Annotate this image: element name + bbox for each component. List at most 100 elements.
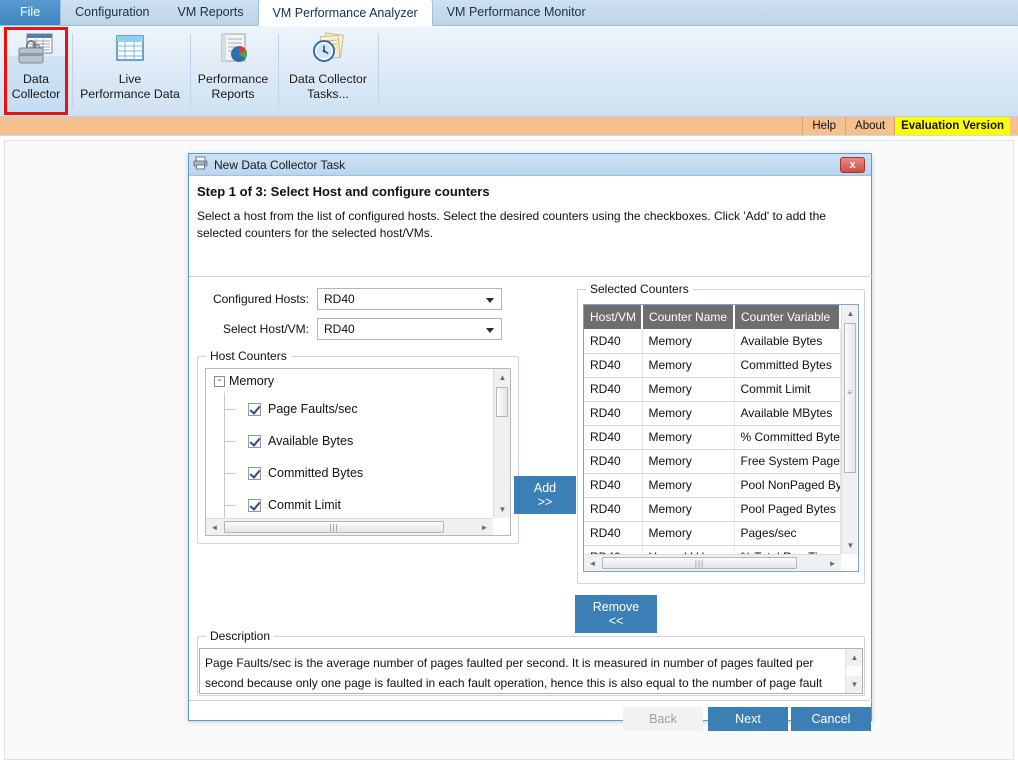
host-counters-tree-canvas: - Memory Page Faults/sec Available Bytes (206, 369, 493, 518)
description-legend: Description (206, 629, 275, 643)
table-row[interactable]: RD40 Memory Pool Paged Bytes (584, 497, 841, 522)
grid-horizontal-scrollbar[interactable]: ◄ ||| ► (584, 554, 841, 571)
cell-counter-variable: Available MBytes (734, 401, 841, 426)
tab-vm-performance-analyzer[interactable]: VM Performance Analyzer (257, 0, 433, 26)
about-link[interactable]: About (845, 117, 894, 135)
checkbox-committed-bytes[interactable] (248, 466, 261, 480)
tree-vscroll-thumb[interactable] (496, 387, 508, 417)
checkbox-commit-limit[interactable] (248, 498, 261, 512)
cell-host: RD40 (584, 473, 643, 498)
scroll-down-icon[interactable]: ▼ (842, 537, 858, 554)
data-collector-label: Data Collector (11, 72, 61, 101)
column-header-counter-name[interactable]: Counter Name (642, 305, 735, 329)
next-button[interactable]: Next (708, 707, 788, 731)
printer-icon (193, 156, 208, 173)
scroll-right-icon[interactable]: ► (476, 519, 493, 535)
grid-hscroll-thumb[interactable]: ||| (602, 557, 797, 569)
tree-horizontal-scrollbar[interactable]: ◄ ||| ► (206, 518, 493, 535)
tree-item-commit-limit[interactable]: Commit Limit (206, 489, 493, 518)
cell-host: RD40 (584, 545, 643, 554)
evaluation-version-badge: Evaluation Version (894, 117, 1010, 135)
cell-counter-variable: Pool NonPaged Byt (734, 473, 841, 498)
collapse-icon[interactable]: - (214, 375, 225, 387)
cell-host: RD40 (584, 497, 643, 522)
scroll-down-icon[interactable]: ▼ (846, 676, 862, 693)
scroll-down-icon[interactable]: ▼ (494, 501, 510, 518)
data-collector-icon (16, 32, 56, 70)
ribbon-button-live-performance-data[interactable]: Live Performance Data (76, 26, 184, 117)
configured-hosts-combo[interactable]: RD40 (317, 288, 502, 310)
description-text: Page Faults/sec is the average number of… (205, 656, 823, 690)
grid-vertical-scrollbar[interactable]: ▲ ≡ ▼ (841, 305, 858, 554)
grid-vscroll-thumb[interactable]: ≡ (844, 323, 856, 473)
back-button[interactable]: Back (623, 707, 703, 731)
cell-counter-name: Memory (642, 329, 735, 354)
remove-button[interactable]: Remove << (575, 595, 657, 633)
tree-item-page-faults-sec[interactable]: Page Faults/sec (206, 393, 493, 425)
chevron-down-icon (486, 298, 494, 303)
table-row[interactable]: RD40 Memory Committed Bytes (584, 353, 841, 378)
tab-vm-performance-monitor[interactable]: VM Performance Monitor (433, 0, 600, 25)
tree-hscroll-thumb[interactable]: ||| (224, 521, 444, 533)
tree-node-memory[interactable]: - Memory (206, 369, 493, 393)
tab-file[interactable]: File (0, 0, 62, 25)
tree-vertical-scrollbar[interactable]: ▲ ▼ (493, 369, 510, 518)
close-icon[interactable]: x (840, 156, 865, 173)
ribbon-button-data-collector[interactable]: Data Collector (6, 26, 66, 117)
ribbon-separator-3 (278, 34, 279, 108)
dialog-divider-top (189, 276, 873, 277)
table-row[interactable]: RD40 Memory% Committed Bytes (584, 425, 841, 450)
table-row[interactable]: RD40 Memory Available Bytes (584, 329, 841, 354)
checkbox-page-faults-sec[interactable] (248, 402, 261, 416)
select-host-vm-value: RD40 (324, 322, 355, 336)
cell-host: RD40 (584, 329, 643, 354)
cell-host: RD40 (584, 425, 643, 450)
scroll-left-icon[interactable]: ◄ (206, 519, 223, 535)
table-row[interactable]: RD40Hyper-V Hypervi% Total Run Time (584, 545, 841, 554)
cancel-button[interactable]: Cancel (791, 707, 871, 731)
tab-file-label: File (20, 5, 41, 19)
configured-hosts-value: RD40 (324, 292, 355, 306)
tab-vm-reports[interactable]: VM Reports (164, 0, 258, 25)
column-header-host-vm[interactable]: Host/VM (584, 305, 643, 329)
tab-vm-performance-analyzer-label: VM Performance Analyzer (272, 6, 418, 20)
select-host-vm-label: Select Host/VM: (222, 322, 309, 336)
description-box[interactable]: Page Faults/sec is the average number of… (199, 648, 863, 694)
ribbon-tabstrip: File Configuration VM Reports VM Perform… (0, 0, 1018, 26)
ribbon-button-data-collector-tasks[interactable]: Data Collector Tasks... (282, 26, 374, 117)
live-performance-data-icon (110, 32, 150, 70)
scroll-up-icon[interactable]: ▲ (842, 305, 858, 322)
checkbox-available-bytes[interactable] (248, 434, 261, 448)
add-button[interactable]: Add >> (514, 476, 576, 514)
scroll-right-icon[interactable]: ► (824, 555, 841, 571)
select-host-vm-combo[interactable]: RD40 (317, 318, 502, 340)
tree-line (224, 441, 236, 442)
description-scrollbar[interactable]: ▲ ▼ (845, 649, 862, 693)
table-row[interactable]: RD40 Memory Pages/sec (584, 521, 841, 546)
tree-item-label: Committed Bytes (268, 466, 364, 480)
cell-counter-name: Hyper-V Hypervi (642, 545, 735, 554)
help-link[interactable]: Help (802, 117, 845, 135)
cell-counter-variable: % Total Run Time (734, 545, 841, 554)
column-header-counter-variable[interactable]: Counter Variable (734, 305, 841, 329)
scroll-up-icon[interactable]: ▲ (846, 649, 862, 666)
host-counters-tree[interactable]: - Memory Page Faults/sec Available Bytes (205, 368, 511, 536)
table-row[interactable]: RD40 Memory Free System Page T (584, 449, 841, 474)
performance-reports-label: Performance Reports (197, 72, 269, 101)
table-row[interactable]: RD40 Memory Available MBytes (584, 401, 841, 426)
scroll-up-icon[interactable]: ▲ (494, 369, 510, 386)
table-row[interactable]: RD40 Memory Commit Limit (584, 377, 841, 402)
table-row[interactable]: RD40 Memory Pool NonPaged Byt (584, 473, 841, 498)
ribbon-button-performance-reports[interactable]: Performance Reports (194, 26, 272, 117)
selected-counters-body: RD40 Memory Available Bytes RD40 Memory Comm… (584, 329, 841, 554)
ribbon-separator-1 (72, 34, 73, 108)
scroll-left-icon[interactable]: ◄ (584, 555, 601, 571)
selected-counters-grid[interactable]: Host/VM Counter Name Counter Variable RD… (583, 304, 859, 572)
cell-counter-name: Memory (642, 521, 735, 546)
configured-hosts-label: Configured Hosts: (212, 292, 309, 306)
dialog-title: New Data Collector Task (214, 157, 346, 172)
tab-vm-reports-label: VM Reports (177, 5, 244, 19)
tree-item-committed-bytes[interactable]: Committed Bytes (206, 457, 493, 489)
tab-configuration[interactable]: Configuration (61, 0, 163, 25)
tree-item-available-bytes[interactable]: Available Bytes (206, 425, 493, 457)
